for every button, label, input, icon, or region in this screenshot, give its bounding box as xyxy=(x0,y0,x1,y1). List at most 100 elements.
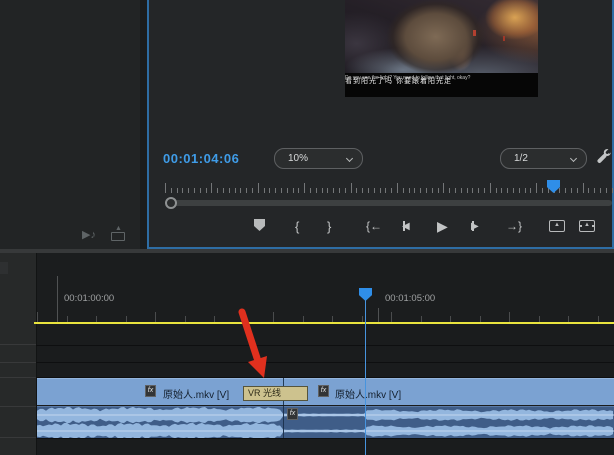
tick xyxy=(380,188,381,193)
tick xyxy=(391,188,392,193)
annotation-arrow xyxy=(228,306,288,386)
playback-resolution-value: 1/2 xyxy=(514,153,528,164)
tick xyxy=(229,188,230,193)
flag-speck xyxy=(503,36,505,41)
tick xyxy=(374,188,375,193)
extract-icon[interactable]: ▲ xyxy=(579,220,595,232)
tick xyxy=(240,188,241,193)
flag-speck xyxy=(473,30,476,36)
ruler-label: 00:01:00:00 xyxy=(64,293,114,304)
tick xyxy=(467,188,468,193)
tick xyxy=(322,188,323,193)
track-separator xyxy=(36,438,614,439)
tick xyxy=(542,188,543,193)
subtitle-band: 看到阳光了吗 你要跟着阳光走 Do you see the light? You… xyxy=(345,73,538,97)
clip-label: 原始人.mkv [V] xyxy=(163,386,229,401)
tick xyxy=(449,188,450,193)
premiere-workspace: ▶♪ ▲ 看到阳光了吗 你要跟着阳光走 Do you see the light… xyxy=(0,0,614,455)
tick xyxy=(316,188,317,193)
tick xyxy=(600,188,601,193)
timeline-playhead-line[interactable] xyxy=(365,300,366,455)
tick xyxy=(432,188,433,193)
tick xyxy=(525,188,526,193)
track-separator xyxy=(0,344,36,345)
tick xyxy=(426,188,427,193)
track-header-column xyxy=(0,253,36,455)
tick xyxy=(37,312,38,322)
tick xyxy=(293,188,294,193)
tick xyxy=(281,188,282,193)
track-separator xyxy=(0,362,36,363)
play-audio-icon[interactable]: ▶♪ xyxy=(82,228,96,241)
tick xyxy=(438,188,439,193)
tick xyxy=(443,183,444,193)
tick xyxy=(287,188,288,193)
tick xyxy=(583,183,584,193)
tick xyxy=(327,188,328,193)
edit-point[interactable] xyxy=(283,406,284,438)
chevron-down-icon xyxy=(570,155,577,162)
tick xyxy=(258,183,259,193)
mark-out-icon[interactable]: } xyxy=(327,218,331,234)
go-to-out-icon[interactable]: →} xyxy=(506,218,522,234)
fx-badge: fx xyxy=(318,385,329,397)
play-icon[interactable]: ▶ xyxy=(437,218,448,234)
tick xyxy=(594,188,595,193)
timecode-box-sliver xyxy=(0,262,8,274)
tick xyxy=(409,188,410,193)
tick xyxy=(513,188,514,193)
tick xyxy=(165,183,166,193)
export-icon[interactable] xyxy=(111,232,125,241)
tick xyxy=(385,188,386,193)
video-preview[interactable]: 看到阳光了吗 你要跟着阳光走 Do you see the light? You… xyxy=(345,0,538,97)
tick xyxy=(501,188,502,193)
tick xyxy=(472,188,473,193)
monitor-scrollbar[interactable] xyxy=(166,200,612,206)
track-separator xyxy=(0,377,36,378)
monitor-zoom-handle[interactable] xyxy=(165,197,177,209)
playback-resolution-select[interactable]: 1/2 xyxy=(500,148,587,169)
tick xyxy=(548,188,549,193)
step-back-icon[interactable]: ◀ xyxy=(402,218,410,234)
video-clip-track-v1[interactable]: fx 原始人.mkv [V] fx 原始人.mkv [V] xyxy=(37,378,614,405)
zoom-level-select[interactable]: 10% xyxy=(274,148,363,169)
tick xyxy=(223,188,224,193)
lift-icon[interactable]: ▲ xyxy=(549,220,565,232)
track-separator xyxy=(0,437,36,438)
tick xyxy=(612,188,613,193)
tick xyxy=(484,188,485,193)
panel-focus-border xyxy=(147,0,149,249)
clip-label: 原始人.mkv [V] xyxy=(335,386,401,401)
tick xyxy=(577,188,578,193)
tick xyxy=(188,188,189,193)
track-separator xyxy=(0,406,36,407)
monitor-ruler[interactable] xyxy=(165,181,612,193)
mark-in-icon[interactable]: { xyxy=(295,218,299,234)
tick xyxy=(171,188,172,193)
track-separator xyxy=(36,345,614,346)
step-forward-icon[interactable]: ▶ xyxy=(471,218,479,234)
tick xyxy=(310,188,311,193)
playhead-timecode[interactable]: 00:01:04:06 xyxy=(163,151,239,166)
tick xyxy=(333,188,334,193)
tick xyxy=(269,188,270,193)
tick xyxy=(211,183,212,193)
tick xyxy=(264,188,265,193)
tick xyxy=(368,188,369,193)
tick xyxy=(356,188,357,193)
tick xyxy=(536,183,537,193)
tick xyxy=(351,183,352,193)
tick xyxy=(155,312,156,322)
tick xyxy=(235,188,236,193)
audio-clip-track-a1[interactable]: fx xyxy=(37,406,614,438)
tick xyxy=(252,188,253,193)
tick xyxy=(206,188,207,193)
tick xyxy=(478,188,479,193)
ruler-label: 00:01:05:00 xyxy=(385,293,435,304)
tick xyxy=(571,188,572,193)
go-to-in-icon[interactable]: {← xyxy=(366,218,382,234)
tick xyxy=(304,183,305,193)
fx-badge: fx xyxy=(287,408,298,420)
tick xyxy=(530,188,531,193)
tick xyxy=(420,188,421,193)
